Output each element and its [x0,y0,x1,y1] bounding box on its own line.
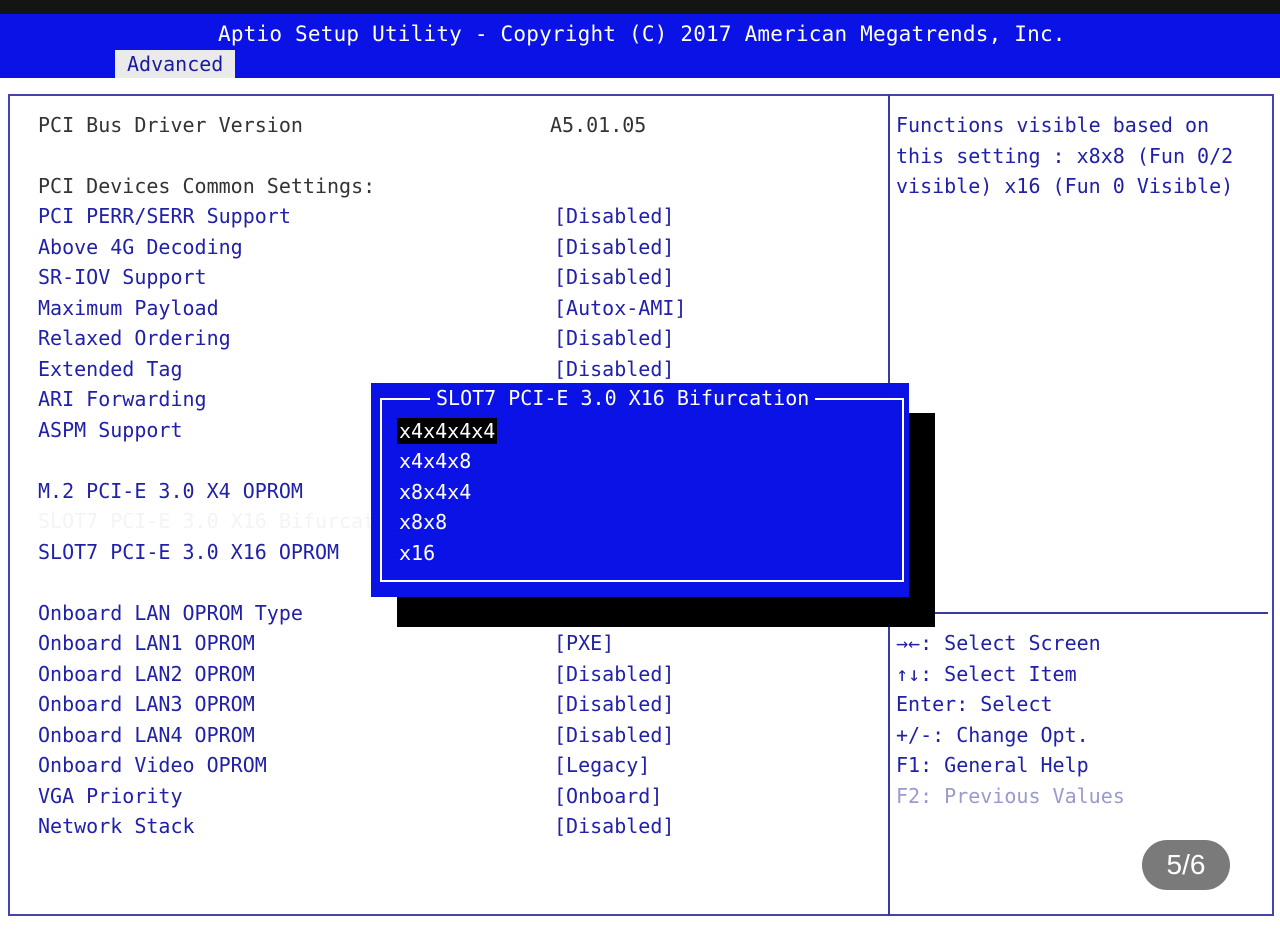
setting-value-above-4g-decoding[interactable]: [Disabled] [554,235,674,259]
setting-value-pci-perr-serr[interactable]: [Disabled] [554,204,674,228]
page-indicator-badge: 5/6 [1142,840,1230,890]
setting-above-4g-decoding[interactable]: Above 4G Decoding [38,235,243,259]
setting-slot7-bifurcation[interactable]: SLOT7 PCI-E 3.0 X16 Bifurcation [38,509,411,533]
item-help-text: Functions visible based on this setting … [896,113,1246,198]
popup-option-x16[interactable]: x16 [397,540,437,566]
setting-value-onboard-lan3-oprom[interactable]: [Disabled] [554,692,674,716]
bios-title: Aptio Setup Utility - Copyright (C) 2017… [218,22,1066,46]
setting-value-maximum-payload[interactable]: [Autox-AMI] [554,296,686,320]
setting-onboard-lan2-oprom[interactable]: Onboard LAN2 OPROM [38,662,255,686]
bios-header: Aptio Setup Utility - Copyright (C) 2017… [0,14,1280,78]
key-help-list: →←: Select Screen ↑↓: Select Item Enter: S… [896,628,1125,811]
setting-onboard-lan1-oprom[interactable]: Onboard LAN1 OPROM [38,631,255,655]
setting-maximum-payload[interactable]: Maximum Payload [38,296,219,320]
setting-onboard-lan-oprom-type[interactable]: Onboard LAN OPROM Type [38,601,303,625]
help-divider [890,612,1268,614]
key-help-enter: Enter: Select [896,692,1053,716]
setting-extended-tag[interactable]: Extended Tag [38,357,183,381]
setting-pci-perr-serr[interactable]: PCI PERR/SERR Support [38,204,291,228]
setting-sr-iov[interactable]: SR-IOV Support [38,265,207,289]
setting-onboard-video-oprom[interactable]: Onboard Video OPROM [38,753,267,777]
setting-vga-priority[interactable]: VGA Priority [38,784,183,808]
setting-slot7-oprom[interactable]: SLOT7 PCI-E 3.0 X16 OPROM [38,540,339,564]
popup-option-x8x4x4[interactable]: x8x4x4 [397,479,473,505]
setting-ari-forwarding[interactable]: ARI Forwarding [38,387,207,411]
key-help-select-screen: →←: Select Screen [896,631,1101,655]
setting-value-onboard-lan1-oprom[interactable]: [PXE] [554,631,614,655]
setting-label-pci-bus-driver-version: PCI Bus Driver Version [38,113,303,137]
setting-onboard-lan3-oprom[interactable]: Onboard LAN3 OPROM [38,692,255,716]
setting-value-relaxed-ordering[interactable]: [Disabled] [554,326,674,350]
popup-title: SLOT7 PCI-E 3.0 X16 Bifurcation [430,386,816,410]
key-help-change-opt: +/-: Change Opt. [896,722,1089,747]
setting-aspm-support[interactable]: ASPM Support [38,418,183,442]
setting-value-onboard-lan4-oprom[interactable]: [Disabled] [554,723,674,747]
key-help-select-item: ↑↓: Select Item [896,661,1077,686]
tab-advanced[interactable]: Advanced [115,50,236,78]
setting-value-vga-priority[interactable]: [Onboard] [554,784,662,808]
key-help-previous-values: F2: Previous Values [896,783,1125,808]
popup-option-x4x4x8[interactable]: x4x4x8 [397,448,473,474]
setting-network-stack[interactable]: Network Stack [38,814,195,838]
setting-value-sr-iov[interactable]: [Disabled] [554,265,674,289]
setting-m2-oprom[interactable]: M.2 PCI-E 3.0 X4 OPROM [38,479,303,503]
popup-option-x4x4x4x4[interactable]: x4x4x4x4 [397,418,498,444]
setting-value-onboard-video-oprom[interactable]: [Legacy] [554,753,650,777]
key-help-general-help: F1: General Help [896,753,1089,777]
setting-onboard-lan4-oprom[interactable]: Onboard LAN4 OPROM [38,723,255,747]
top-bezel [0,0,1280,14]
setting-value-extended-tag[interactable]: [Disabled] [554,357,674,381]
setting-value-onboard-lan2-oprom[interactable]: [Disabled] [554,662,674,686]
setting-relaxed-ordering[interactable]: Relaxed Ordering [38,326,231,350]
popup-option-x8x8[interactable]: x8x8 [397,509,449,535]
section-heading-pci-devices: PCI Devices Common Settings: [38,174,376,198]
setting-value-network-stack[interactable]: [Disabled] [554,814,674,838]
setting-value-pci-bus-driver-version: A5.01.05 [550,113,647,137]
